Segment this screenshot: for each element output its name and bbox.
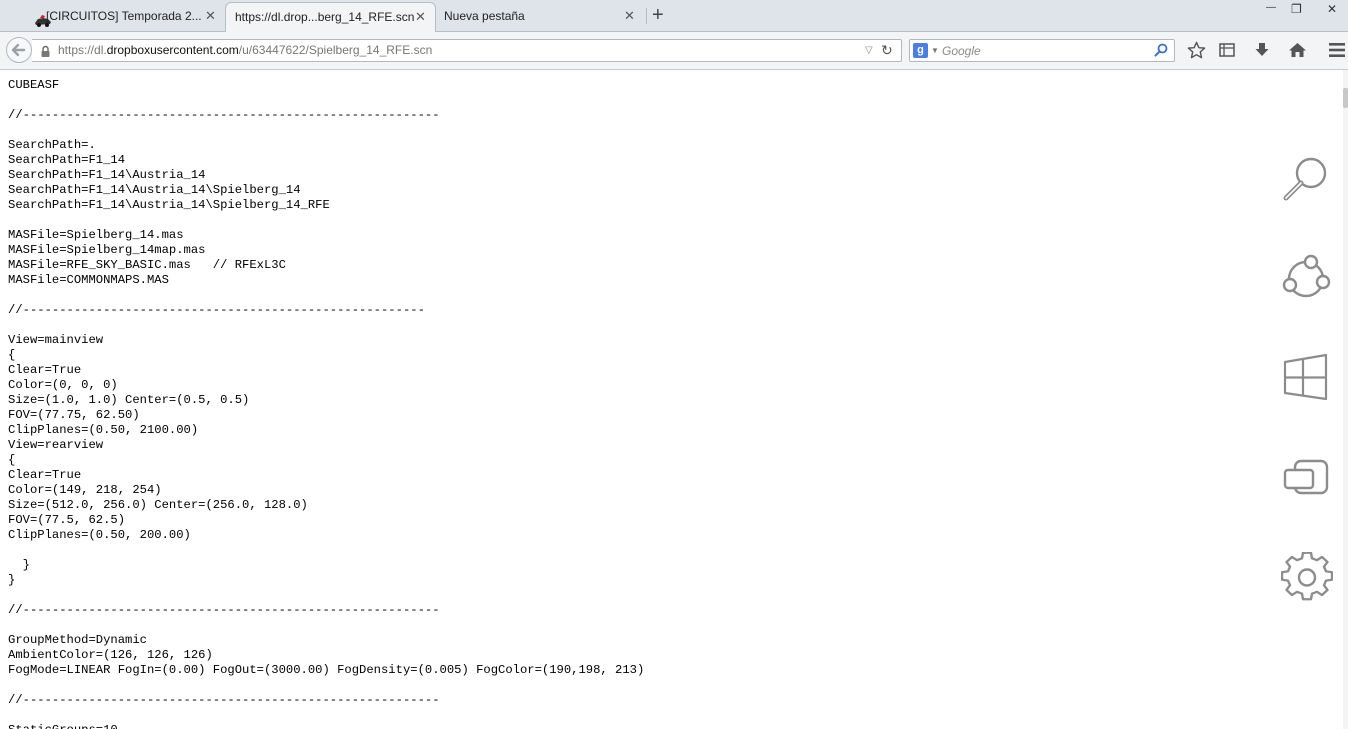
scn-file-text: CUBEASF //------------------------------… [8,78,645,729]
navigation-toolbar: https://dl.dropboxusercontent.com/u/6344… [0,32,1348,70]
engine-dropdown-icon[interactable]: ▼ [931,40,939,61]
search-magnifier-icon[interactable] [1154,43,1168,64]
search-bar[interactable]: g ▼ [909,39,1175,62]
reload-icon[interactable]: ↻ [881,40,893,61]
home-icon[interactable] [1288,41,1307,64]
google-engine-icon[interactable]: g [913,43,928,58]
back-button[interactable] [6,37,32,63]
history-dropdown-icon[interactable]: ▽ [865,40,873,61]
tab-nueva-pestana[interactable]: Nueva pestaña ✕ [437,2,645,32]
page-content: CUBEASF //------------------------------… [0,70,1343,729]
url-prefix: https://dl. [58,43,107,57]
tab-label: [CIRCUITOS] Temporada 2... [46,9,202,23]
tab-label: Nueva pestaña [444,9,525,23]
lock-icon[interactable] [40,44,51,65]
close-tab-icon[interactable]: ✕ [624,2,635,30]
url-path: /u/63447622/Spielberg_14_RFE.scn [238,43,433,57]
settings-charm-icon[interactable] [1280,551,1334,604]
restore-button[interactable]: ❐ [1291,2,1302,16]
menu-hamburger-icon[interactable] [1328,42,1346,63]
tab-strip: [CIRCUITOS] Temporada 2... ✕ https://dl.… [0,0,1348,32]
tab-label: https://dl.drop...berg_14_RFE.scn [235,10,415,24]
start-charm-icon[interactable] [1281,352,1333,404]
search-charm-icon[interactable] [1281,152,1333,204]
devices-charm-icon[interactable] [1281,452,1333,504]
downloads-icon[interactable] [1253,41,1271,64]
close-tab-icon[interactable]: ✕ [415,3,426,31]
new-tab-button[interactable]: + [652,4,664,26]
tab-separator [646,8,647,24]
url-bar[interactable]: https://dl.dropboxusercontent.com/u/6344… [32,39,902,62]
vertical-scrollbar[interactable] [1343,70,1348,729]
scrollbar-thumb[interactable] [1343,88,1348,108]
url-domain: dropboxusercontent.com [106,43,239,57]
url-text[interactable]: https://dl.dropboxusercontent.com/u/6344… [58,40,432,61]
bookmarks-menu-icon[interactable] [1218,41,1236,64]
minimize-button[interactable]: — [1266,2,1276,13]
search-input[interactable] [942,42,1147,59]
tab-circuitos[interactable]: [CIRCUITOS] Temporada 2... ✕ [12,2,224,32]
share-charm-icon[interactable] [1281,252,1333,304]
back-arrow-icon [11,43,26,57]
close-tab-icon[interactable]: ✕ [205,2,216,30]
close-window-button[interactable]: ✕ [1327,2,1337,16]
tab-spielberg-scn[interactable]: https://dl.drop...berg_14_RFE.scn ✕ [225,2,436,32]
bookmark-star-icon[interactable] [1187,41,1206,65]
